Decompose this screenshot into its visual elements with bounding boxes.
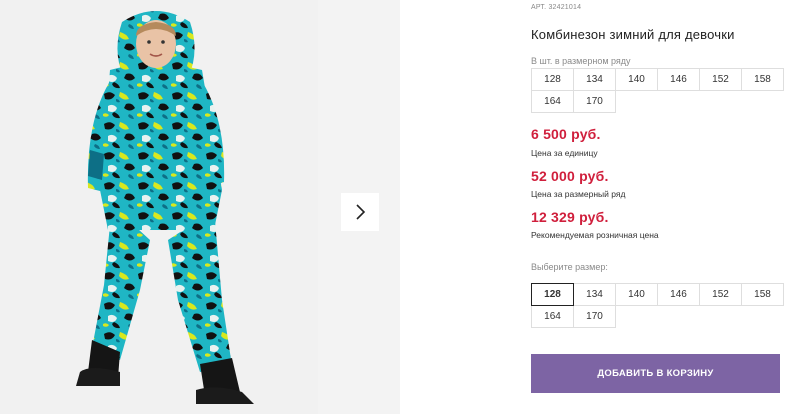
product-photo-illustration [0, 0, 318, 414]
row-size-cell: 152 [699, 68, 742, 91]
row-price: 52 000 руб. [531, 168, 609, 184]
article-number: АРТ. 32421014 [531, 4, 581, 11]
choose-size-hint: Выберите размер: [531, 262, 608, 272]
row-size-cell: 140 [615, 68, 658, 91]
size-selector: 128 134 140 146 152 158 164 170 [531, 283, 784, 328]
size-option[interactable]: 146 [657, 283, 700, 306]
product-gallery [0, 0, 400, 414]
row-sizes-grid: 128 134 140 146 152 158 164 170 [531, 68, 784, 113]
row-size-cell: 128 [531, 68, 574, 91]
row-size-cell: 146 [657, 68, 700, 91]
row-size-cell: 134 [573, 68, 616, 91]
chevron-right-icon [356, 204, 366, 220]
retail-price-caption: Рекомендуемая розничная цена [531, 230, 659, 240]
article-value: 32421014 [548, 4, 582, 11]
size-option[interactable]: 164 [531, 305, 574, 328]
retail-price: 12 329 руб. [531, 209, 609, 225]
size-option[interactable]: 152 [699, 283, 742, 306]
row-price-caption: Цена за размерный ряд [531, 189, 626, 199]
add-to-cart-button[interactable]: ДОБАВИТЬ В КОРЗИНУ [531, 354, 780, 393]
size-option[interactable]: 140 [615, 283, 658, 306]
product-photo[interactable] [0, 0, 318, 414]
size-option[interactable]: 134 [573, 283, 616, 306]
product-title: Комбинезон зимний для девочки [531, 27, 735, 42]
row-size-cell: 164 [531, 90, 574, 113]
unit-price: 6 500 руб. [531, 126, 601, 142]
size-option[interactable]: 170 [573, 305, 616, 328]
unit-price-caption: Цена за единицу [531, 148, 598, 158]
size-option[interactable]: 158 [741, 283, 784, 306]
row-sizes-hint: В шт. в размерном ряду [531, 56, 631, 66]
gallery-next-button[interactable] [341, 193, 379, 231]
row-size-cell: 170 [573, 90, 616, 113]
row-size-cell: 158 [741, 68, 784, 91]
product-info: АРТ. 32421014 Комбинезон зимний для дево… [531, 0, 786, 414]
size-option-selected[interactable]: 128 [531, 283, 574, 306]
article-prefix: АРТ. [531, 4, 547, 11]
